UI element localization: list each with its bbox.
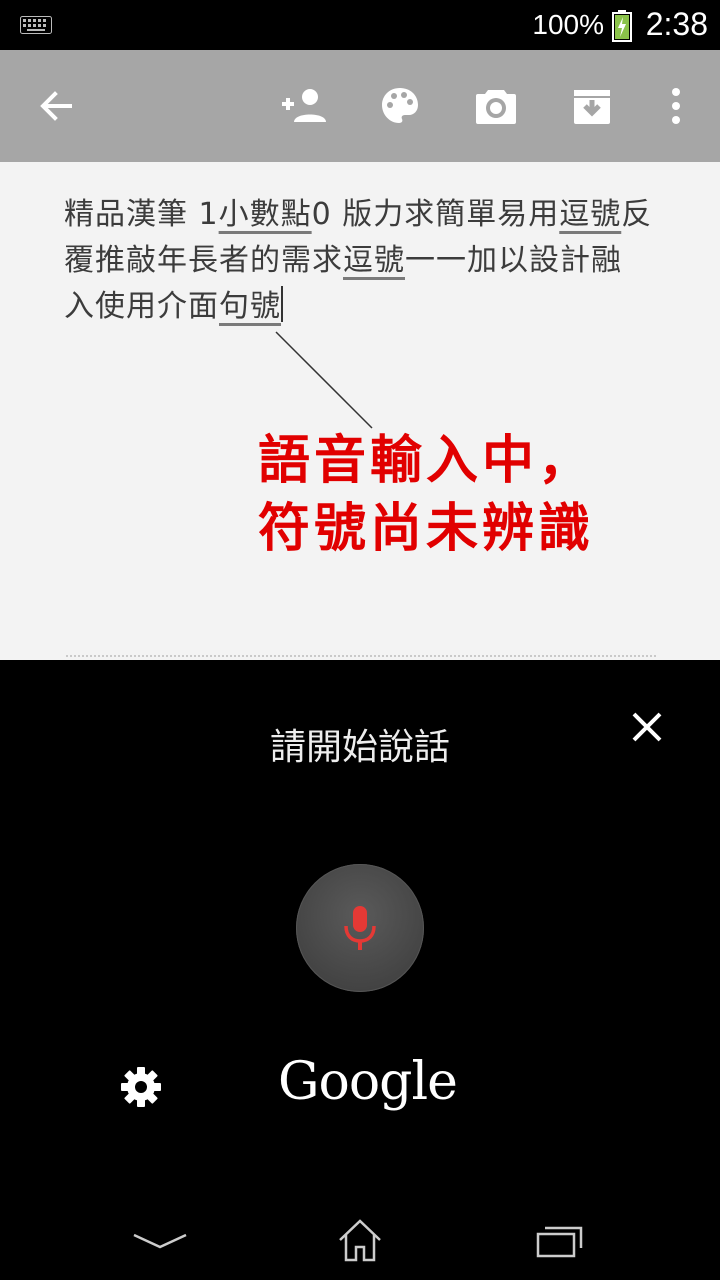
recents-button[interactable]	[520, 1208, 600, 1272]
home-icon	[339, 1219, 381, 1262]
note-editor[interactable]: 精品漢筆 1小數點0 版力求簡單易用逗號反 覆推敲年長者的需求逗號一一加以設計融…	[0, 162, 720, 660]
settings-button[interactable]	[118, 1064, 164, 1110]
annotation-text: 語音輸入中， 符號尚未辨識	[258, 427, 594, 563]
gear-icon	[121, 1067, 161, 1107]
archive-button[interactable]	[564, 78, 620, 134]
add-image-button[interactable]	[468, 78, 524, 134]
navigation-bar	[0, 1200, 720, 1280]
more-vert-icon	[672, 88, 680, 124]
microphone-button[interactable]	[296, 864, 424, 992]
annotation-pointer	[275, 331, 373, 429]
add-collaborator-button[interactable]	[276, 78, 332, 134]
status-bar: 100% 2:38	[0, 0, 720, 50]
close-icon	[632, 712, 662, 742]
more-options-button[interactable]	[648, 78, 704, 134]
keyboard-icon	[20, 16, 52, 34]
hide-keyboard-button[interactable]	[120, 1208, 200, 1272]
color-button[interactable]	[372, 78, 428, 134]
camera-icon	[476, 90, 516, 124]
microphone-icon	[344, 906, 376, 950]
recents-icon	[536, 1226, 583, 1258]
voice-input-panel: 請開始說話 Google	[0, 660, 720, 1200]
hide-keyboard-icon	[133, 1233, 187, 1249]
battery-percent: 100%	[532, 9, 604, 40]
annotation-line: 符號尚未辨識	[258, 499, 595, 559]
clock: 2:38	[645, 6, 708, 42]
close-button[interactable]	[622, 702, 672, 752]
note-toolbar	[0, 50, 720, 162]
archive-icon	[574, 90, 610, 124]
divider	[66, 655, 656, 657]
annotation-line: 語音輸入中，	[258, 431, 595, 491]
add-person-icon	[282, 89, 326, 122]
palette-icon	[382, 88, 418, 123]
google-logo: Google	[278, 1052, 458, 1112]
home-button[interactable]	[320, 1208, 400, 1272]
back-arrow-icon	[40, 91, 72, 121]
speak-prompt: 請開始說話	[269, 727, 450, 768]
back-button[interactable]	[28, 78, 84, 134]
battery-charging-icon	[612, 10, 632, 42]
